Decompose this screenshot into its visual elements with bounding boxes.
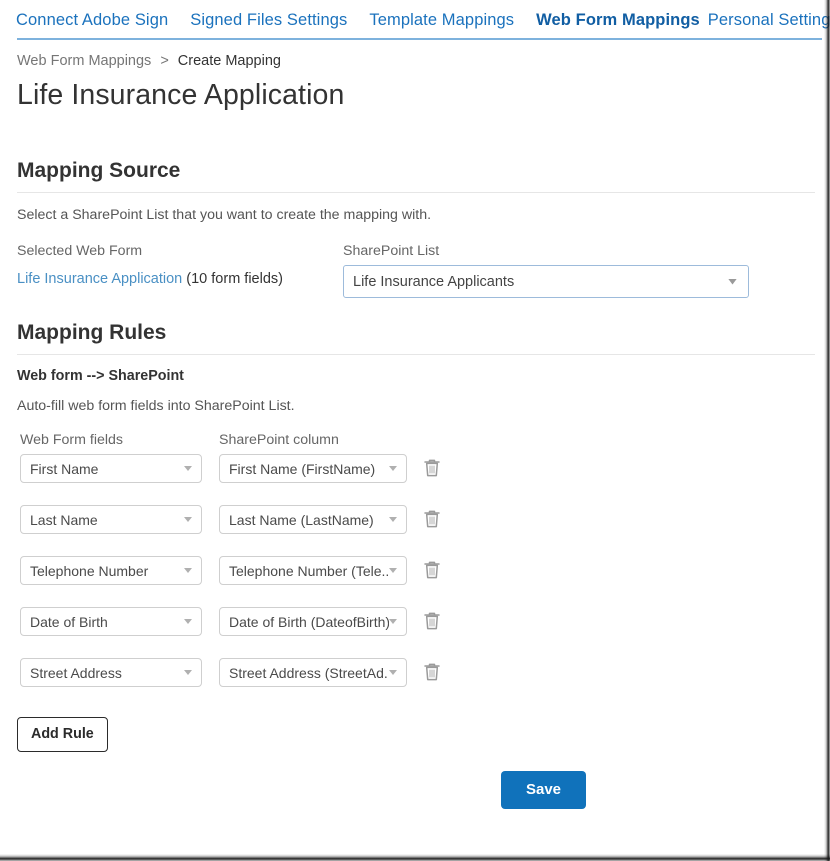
chevron-down-icon [389, 670, 397, 675]
nav-divider [17, 38, 822, 40]
web-form-field-value: Date of Birth [30, 613, 108, 630]
top-navigation: Connect Adobe Sign Signed Files Settings… [0, 0, 830, 30]
web-form-field-value: Telephone Number [30, 562, 149, 579]
sharepoint-column-value: Telephone Number (Tele... [229, 562, 389, 579]
trash-icon[interactable] [422, 508, 442, 530]
sharepoint-list-selected-value: Life Insurance Applicants [353, 273, 515, 290]
chevron-down-icon [389, 466, 397, 471]
mapping-source-hint: Select a SharePoint List that you want t… [17, 207, 432, 223]
mapping-source-section: Mapping Source Select a SharePoint List … [0, 159, 830, 309]
column-header-web-form-fields: Web Form fields [20, 432, 124, 448]
web-form-field-select[interactable]: Date of Birth [20, 607, 202, 636]
trash-icon[interactable] [422, 559, 442, 581]
trash-icon[interactable] [422, 610, 442, 632]
web-form-field-select[interactable]: Street Address [20, 658, 202, 687]
sharepoint-column-value: First Name (FirstName) [229, 460, 376, 477]
mapping-rule-row: Last Name Last Name (LastName) [0, 505, 830, 556]
sharepoint-list-select[interactable]: Life Insurance Applicants [343, 265, 749, 298]
chevron-down-icon [389, 619, 397, 624]
trash-icon[interactable] [422, 457, 442, 479]
sharepoint-column-select[interactable]: Last Name (LastName) [219, 505, 407, 534]
web-form-field-value: Street Address [30, 664, 122, 681]
chevron-down-icon [184, 517, 192, 522]
breadcrumb-parent-link[interactable]: Web Form Mappings [17, 53, 151, 69]
nav-item-connect-adobe-sign[interactable]: Connect Adobe Sign [16, 11, 168, 30]
chevron-down-icon [184, 670, 192, 675]
web-form-field-value: Last Name [30, 511, 98, 528]
mapping-rules-section: Mapping Rules Web form --> SharePoint Au… [0, 321, 830, 752]
nav-item-signed-files-settings[interactable]: Signed Files Settings [190, 11, 347, 30]
sharepoint-column-select[interactable]: First Name (FirstName) [219, 454, 407, 483]
chevron-down-icon [389, 568, 397, 573]
app-window: Connect Adobe Sign Signed Files Settings… [0, 0, 830, 861]
sharepoint-column-select[interactable]: Telephone Number (Tele... [219, 556, 407, 585]
sharepoint-column-value: Last Name (LastName) [229, 511, 374, 528]
sharepoint-column-select[interactable]: Street Address (StreetAd... [219, 658, 407, 687]
chevron-down-icon [184, 466, 192, 471]
sharepoint-column-value: Street Address (StreetAd... [229, 664, 389, 681]
footer-actions: Save [0, 771, 830, 809]
breadcrumb-separator: > [160, 53, 169, 69]
mapping-rules-heading: Mapping Rules [17, 321, 167, 344]
sharepoint-column-value: Date of Birth (DateofBirth) [229, 613, 389, 630]
column-header-sharepoint-column: SharePoint column [219, 432, 339, 448]
web-form-field-select[interactable]: Last Name [20, 505, 202, 534]
add-rule-button[interactable]: Add Rule [17, 717, 108, 752]
breadcrumb-current: Create Mapping [177, 53, 281, 69]
mapping-source-divider [17, 192, 815, 193]
selected-web-form-value: Life Insurance Application (10 form fiel… [17, 271, 283, 287]
web-form-link[interactable]: Life Insurance Application [17, 271, 182, 287]
page-title: Life Insurance Application [17, 79, 345, 111]
chevron-down-icon [184, 619, 192, 624]
mapping-rules-hint: Auto-fill web form fields into SharePoin… [17, 398, 295, 414]
mapping-rules-column-headers: Web Form fields SharePoint column [0, 432, 830, 454]
nav-item-personal-settings[interactable]: Personal Settings [708, 11, 830, 30]
web-form-field-select[interactable]: First Name [20, 454, 202, 483]
mapping-source-heading: Mapping Source [17, 159, 181, 182]
mapping-rule-row: First Name First Name (FirstName) [0, 454, 830, 505]
chevron-down-icon [389, 517, 397, 522]
selected-web-form-label: Selected Web Form [17, 243, 143, 259]
mapping-rule-row: Street Address Street Address (StreetAd.… [0, 658, 830, 709]
nav-item-web-form-mappings[interactable]: Web Form Mappings [536, 11, 700, 30]
nav-item-template-mappings[interactable]: Template Mappings [369, 11, 514, 30]
chevron-down-icon [184, 568, 192, 573]
sharepoint-column-select[interactable]: Date of Birth (DateofBirth) [219, 607, 407, 636]
web-form-field-count: (10 form fields) [186, 271, 283, 287]
mapping-source-columns: Selected Web Form SharePoint List Life I… [0, 243, 830, 309]
mapping-rules-divider [17, 354, 815, 355]
window-edge-bottom [0, 854, 830, 861]
breadcrumb: Web Form Mappings > Create Mapping [17, 53, 830, 69]
web-form-field-value: First Name [30, 460, 99, 477]
trash-icon[interactable] [422, 661, 442, 683]
chevron-down-icon [728, 278, 737, 285]
save-button[interactable]: Save [501, 771, 586, 809]
mapping-rule-row: Telephone Number Telephone Number (Tele.… [0, 556, 830, 607]
mapping-direction-label: Web form --> SharePoint [17, 368, 184, 384]
sharepoint-list-label: SharePoint List [343, 243, 440, 259]
web-form-field-select[interactable]: Telephone Number [20, 556, 202, 585]
mapping-rule-row: Date of Birth Date of Birth (DateofBirth… [0, 607, 830, 658]
